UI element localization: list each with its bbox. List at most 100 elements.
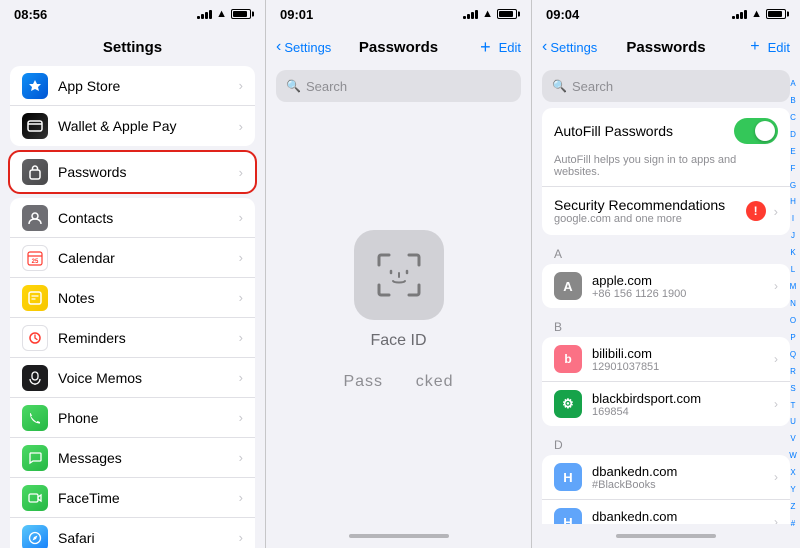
passwords-chevron: ›	[239, 165, 243, 180]
security-row[interactable]: Security Recommendations google.com and …	[542, 186, 790, 235]
nav-edit-3[interactable]: Edit	[768, 40, 790, 55]
settings-item-notes[interactable]: Notes ›	[10, 278, 255, 318]
pw-user-apple: +86 156 1126 1900	[592, 288, 774, 300]
autofill-label: AutoFill Passwords	[554, 123, 673, 139]
alpha-letter[interactable]: Z	[788, 503, 798, 511]
settings-item-calendar[interactable]: 25 Calendar ›	[10, 238, 255, 278]
voicememos-label: Voice Memos	[58, 370, 239, 386]
pw-domain-dbank1: dbankedn.com	[592, 464, 774, 479]
nav-back-2[interactable]: ‹ Settings	[276, 38, 331, 56]
settings-item-voicememos[interactable]: Voice Memos ›	[10, 358, 255, 398]
nav-edit-2[interactable]: Edit	[499, 40, 521, 55]
voicememos-chevron: ›	[239, 370, 243, 385]
settings-item-wallet[interactable]: Wallet & Apple Pay ›	[10, 106, 255, 146]
signal-icon-3	[732, 9, 747, 19]
alpha-letter[interactable]: P	[788, 334, 798, 342]
search-bar-3[interactable]: 🔍 Search	[542, 70, 790, 102]
signal-icon-1	[197, 9, 212, 19]
alpha-letter[interactable]: O	[788, 317, 798, 325]
messages-chevron: ›	[239, 450, 243, 465]
settings-item-passwords[interactable]: Passwords ›	[10, 152, 255, 192]
pw-chevron-blackbird: ›	[774, 397, 778, 411]
alpha-letter[interactable]: M	[788, 283, 798, 291]
alpha-letter[interactable]: I	[788, 215, 798, 223]
settings-item-facetime[interactable]: FaceTime ›	[10, 478, 255, 518]
alpha-letter[interactable]: L	[788, 266, 798, 274]
home-indicator-2	[266, 524, 531, 548]
voicememos-icon	[22, 365, 48, 391]
autofill-section: AutoFill Passwords AutoFill helps you si…	[542, 108, 790, 235]
search-placeholder-3: Search	[572, 79, 613, 94]
pw-domain-blackbird: blackbirdsport.com	[592, 391, 774, 406]
nav-right-3: + Edit	[750, 38, 790, 56]
alpha-letter[interactable]: #	[788, 520, 798, 528]
autofill-toggle[interactable]	[734, 118, 778, 144]
pw-user-blackbird: 169854	[592, 406, 774, 418]
alpha-letter[interactable]: N	[788, 300, 798, 308]
alpha-index[interactable]: A B C D E F GH I J K L M N O P Q R S TU V W X Y Z #	[788, 80, 798, 528]
alpha-letter[interactable]: E	[788, 148, 798, 156]
passwords-content[interactable]: AutoFill Passwords AutoFill helps you si…	[532, 108, 800, 524]
nav-title-2: Passwords	[359, 39, 438, 56]
autofill-row[interactable]: AutoFill Passwords	[542, 108, 790, 154]
alpha-letter[interactable]: X	[788, 469, 798, 477]
section-label-a: A	[532, 241, 800, 264]
notes-chevron: ›	[239, 290, 243, 305]
pw-item-blackbird[interactable]: ⚙ blackbirdsport.com 169854 ›	[542, 382, 790, 426]
alpha-letter[interactable]: A	[788, 80, 798, 88]
security-title: Security Recommendations	[554, 197, 738, 213]
settings-list[interactable]: App Store › Wallet & Apple Pay › Passwor…	[0, 66, 265, 548]
status-icons-1: ▲	[197, 8, 251, 20]
safari-label: Safari	[58, 530, 239, 546]
alpha-letter[interactable]: K	[788, 249, 798, 257]
nav-plus-3[interactable]: +	[750, 38, 759, 56]
battery-icon-1	[231, 9, 251, 19]
pw-user-dbank1: #BlackBooks	[592, 479, 774, 491]
settings-item-contacts[interactable]: Contacts ›	[10, 198, 255, 238]
alpha-letter[interactable]: B	[788, 97, 798, 105]
lock-pass-text: Pass cked	[343, 373, 453, 391]
alpha-letter[interactable]: C	[788, 114, 798, 122]
battery-icon-3	[766, 9, 786, 19]
security-sub: google.com and one more	[554, 213, 738, 225]
alpha-letter[interactable]: F	[788, 165, 798, 173]
lock-area: Face ID Pass cked	[266, 108, 531, 524]
alpha-letter[interactable]: Y	[788, 486, 798, 494]
facetime-icon	[22, 485, 48, 511]
alpha-letter[interactable]: Q	[788, 351, 798, 359]
settings-item-reminders[interactable]: Reminders ›	[10, 318, 255, 358]
pw-info-blackbird: blackbirdsport.com 169854	[592, 391, 774, 418]
settings-item-phone[interactable]: Phone ›	[10, 398, 255, 438]
safari-chevron: ›	[239, 530, 243, 545]
alpha-letter[interactable]: S	[788, 385, 798, 393]
nav-back-label-3: Settings	[550, 40, 597, 55]
pw-item-dbank1[interactable]: H dbankedn.com #BlackBooks ›	[542, 455, 790, 500]
reminders-chevron: ›	[239, 330, 243, 345]
nav-right-2: + Edit	[480, 37, 521, 58]
alpha-letter[interactable]: J	[788, 232, 798, 240]
settings-item-appstore[interactable]: App Store ›	[10, 66, 255, 106]
alpha-letter[interactable]: H	[788, 198, 798, 206]
alpha-letter[interactable]: D	[788, 131, 798, 139]
pw-item-dbank2[interactable]: H dbankedn.com #BlackBooks ›	[542, 500, 790, 524]
pw-item-apple[interactable]: A apple.com +86 156 1126 1900 ›	[542, 264, 790, 308]
status-bar-2: 09:01 ▲	[266, 0, 531, 28]
pw-domain-dbank2: dbankedn.com	[592, 509, 774, 524]
pw-user-bilibili: 12901037851	[592, 361, 774, 373]
alpha-letter[interactable]: G	[788, 182, 798, 190]
settings-item-safari[interactable]: Safari ›	[10, 518, 255, 548]
alpha-letter[interactable]: U	[788, 418, 798, 426]
alpha-letter[interactable]: T	[788, 402, 798, 410]
alpha-letter[interactable]: V	[788, 435, 798, 443]
notes-icon	[22, 285, 48, 311]
alpha-letter[interactable]: R	[788, 368, 798, 376]
security-badge: !	[746, 201, 766, 221]
pw-info-dbank2: dbankedn.com #BlackBooks	[592, 509, 774, 525]
nav-plus-2[interactable]: +	[480, 37, 491, 58]
nav-back-3[interactable]: ‹ Settings	[542, 38, 597, 56]
settings-item-messages[interactable]: Messages ›	[10, 438, 255, 478]
pw-item-bilibili[interactable]: b bilibili.com 12901037851 ›	[542, 337, 790, 382]
svg-text:25: 25	[32, 259, 39, 265]
search-bar-2[interactable]: 🔍 Search	[276, 70, 521, 102]
alpha-letter[interactable]: W	[788, 452, 798, 460]
